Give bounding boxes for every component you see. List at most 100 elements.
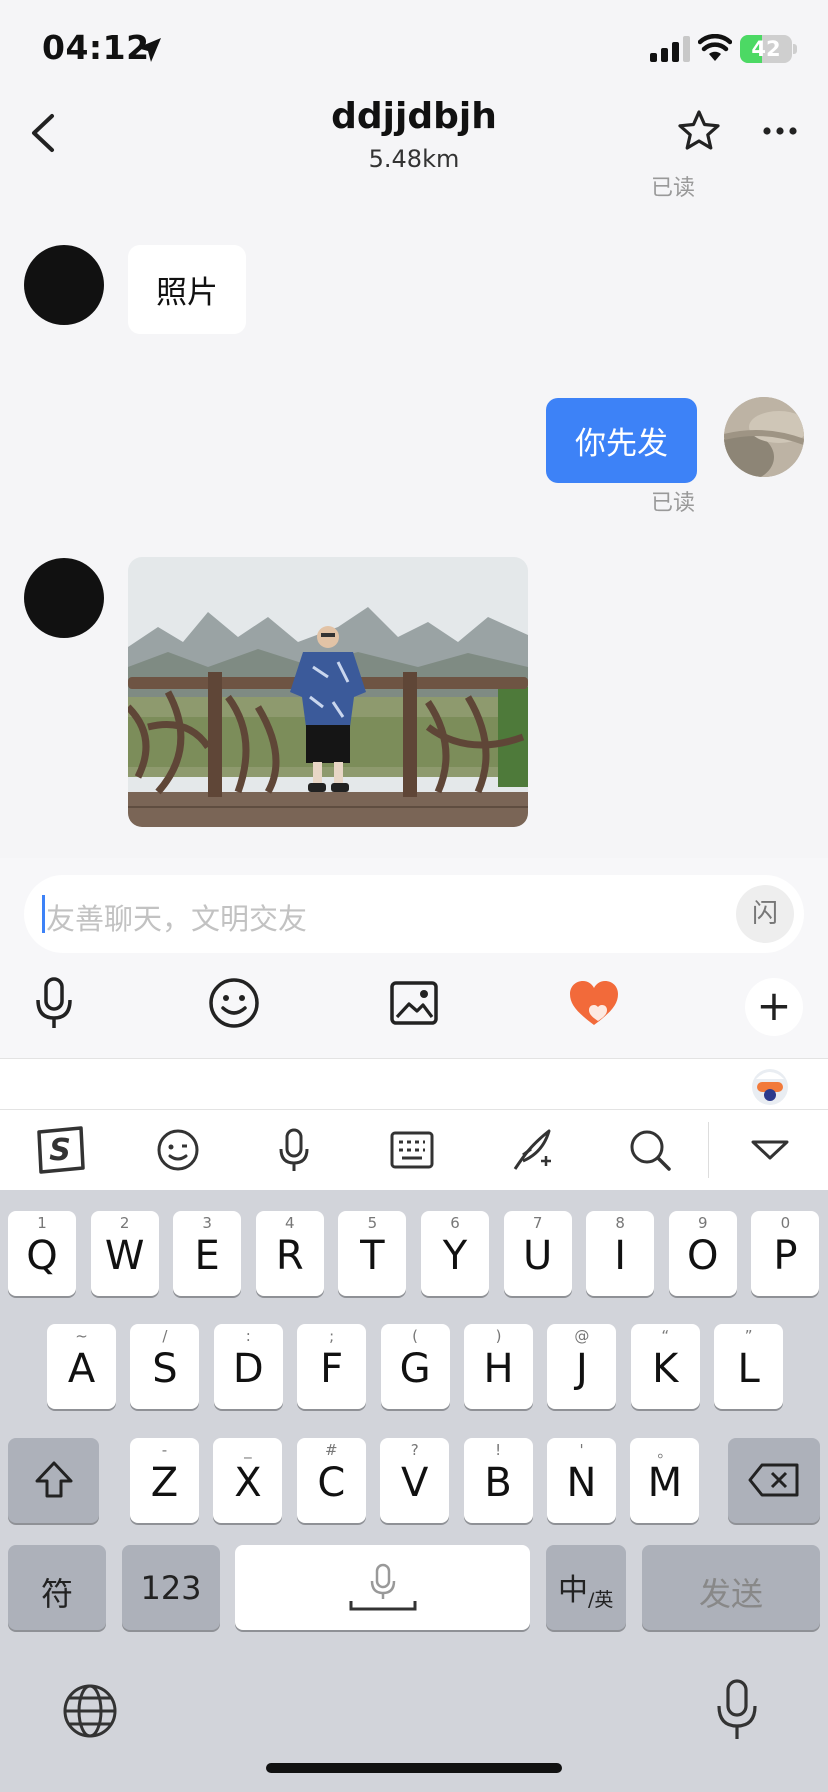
ime-candidate-bar: [0, 1058, 828, 1110]
key-w[interactable]: 2W: [90, 1211, 159, 1296]
key-letter: Q: [26, 1233, 58, 1279]
emoji-icon[interactable]: [206, 975, 262, 1031]
key-hint: ?: [410, 1441, 419, 1459]
key-e[interactable]: 3E: [173, 1211, 242, 1296]
language-switch-key[interactable]: 中 /英: [546, 1545, 626, 1630]
message-input-placeholder: 友善聊天，文明交友: [46, 902, 308, 936]
key-hint: 2: [119, 1214, 130, 1232]
key-hint: 6: [450, 1214, 460, 1232]
key-hint: #: [325, 1441, 338, 1459]
svg-text:S: S: [49, 1133, 71, 1168]
key-letter: J: [575, 1346, 588, 1392]
search-icon[interactable]: [624, 1124, 676, 1176]
key-hint: 3: [202, 1214, 212, 1232]
microphone-icon[interactable]: [26, 975, 82, 1031]
key-hint: @: [574, 1327, 590, 1345]
key-hint: /: [162, 1327, 168, 1345]
key-c[interactable]: # C: [296, 1438, 366, 1523]
flash-photo-button[interactable]: 闪: [736, 885, 794, 943]
globe-icon[interactable]: [62, 1683, 118, 1739]
more-icon[interactable]: [762, 126, 798, 136]
key-hint: :: [245, 1327, 251, 1345]
key-l[interactable]: ” L: [714, 1324, 784, 1409]
key-hint: “: [661, 1327, 670, 1345]
key-hint: 4: [285, 1214, 295, 1232]
key-f[interactable]: ; F: [297, 1324, 367, 1409]
dictation-mic-icon[interactable]: [714, 1678, 760, 1742]
shift-key[interactable]: [8, 1438, 99, 1523]
heart-icon[interactable]: [566, 975, 622, 1031]
contact-avatar[interactable]: [24, 558, 104, 638]
send-key[interactable]: 发送: [642, 1545, 820, 1630]
key-letter: G: [399, 1346, 431, 1392]
my-avatar-image: [724, 397, 804, 477]
key-letter: V: [401, 1460, 429, 1506]
home-indicator: [266, 1763, 562, 1773]
key-hint: -: [161, 1441, 168, 1459]
backspace-key[interactable]: [728, 1438, 820, 1523]
keyboard-icon[interactable]: [386, 1124, 438, 1176]
image-icon[interactable]: [386, 975, 442, 1031]
star-icon[interactable]: [676, 108, 722, 154]
key-p[interactable]: 0P: [751, 1211, 820, 1296]
keyboard: 1Q2W3E4R5T6Y7U8I9O0P ~ A / S: D; F(G) H @ J “K” L …: [0, 1190, 828, 1792]
key-letter: R: [275, 1233, 304, 1279]
key-k[interactable]: “K: [630, 1324, 700, 1409]
status-bar: 04:12 42: [0, 0, 828, 100]
key-letter: I: [614, 1233, 627, 1279]
text-caret: [42, 895, 45, 933]
symbols-key-label: 符: [40, 1575, 73, 1613]
key-n[interactable]: ' N: [547, 1438, 616, 1523]
key-b[interactable]: ! B: [463, 1438, 533, 1523]
collapse-icon[interactable]: [744, 1124, 796, 1176]
key-hint: 1: [37, 1214, 47, 1232]
key-m[interactable]: 。 M: [630, 1438, 700, 1523]
message-text: 你先发: [575, 426, 668, 462]
incoming-message-bubble[interactable]: 照片: [128, 245, 246, 334]
handwriting-icon[interactable]: [506, 1124, 558, 1176]
sogou-logo-icon[interactable]: S: [32, 1124, 88, 1176]
key-hint: 5: [367, 1214, 378, 1232]
key-v[interactable]: ? V: [380, 1438, 450, 1523]
my-avatar[interactable]: [724, 397, 804, 477]
key-q[interactable]: 1Q: [8, 1211, 76, 1296]
numbers-key[interactable]: 123: [122, 1545, 220, 1630]
key-r[interactable]: 4R: [255, 1211, 324, 1296]
outgoing-message-bubble[interactable]: 你先发: [546, 398, 697, 483]
symbols-key[interactable]: 符: [8, 1545, 106, 1630]
key-i[interactable]: 8I: [586, 1211, 655, 1296]
key-h[interactable]: ) H: [464, 1324, 533, 1409]
key-letter: Y: [442, 1233, 468, 1279]
key-letter: K: [652, 1346, 679, 1392]
key-hint: ): [495, 1327, 502, 1345]
image-message[interactable]: [128, 557, 528, 827]
key-letter: S: [152, 1346, 178, 1392]
key-letter: T: [360, 1233, 385, 1279]
key-z[interactable]: -Z: [130, 1438, 199, 1523]
key-hint: 8: [615, 1214, 625, 1232]
key-t[interactable]: 5T: [338, 1211, 407, 1296]
key-letter: H: [483, 1346, 514, 1392]
key-j[interactable]: @ J: [547, 1324, 617, 1409]
cellular-signal-icon: [650, 36, 690, 62]
key-g[interactable]: (G: [380, 1324, 450, 1409]
key-u[interactable]: 7U: [503, 1211, 572, 1296]
emoji-face-icon[interactable]: [152, 1124, 204, 1176]
key-a[interactable]: ~ A: [47, 1324, 116, 1409]
key-y[interactable]: 6Y: [421, 1211, 489, 1296]
key-hint: 0: [780, 1214, 791, 1232]
contact-avatar[interactable]: [24, 245, 104, 325]
key-x[interactable]: _ X: [213, 1438, 283, 1523]
space-key[interactable]: [235, 1545, 530, 1630]
key-s[interactable]: / S: [130, 1324, 200, 1409]
key-hint: ;: [329, 1327, 335, 1345]
plus-icon[interactable]: +: [745, 978, 803, 1036]
key-letter: M: [647, 1460, 683, 1506]
key-letter: O: [687, 1233, 719, 1279]
key-d[interactable]: :D: [213, 1324, 283, 1409]
voice-icon[interactable]: [268, 1124, 320, 1176]
key-o[interactable]: 9O: [668, 1211, 737, 1296]
battery-tip: [793, 44, 797, 54]
key-letter: D: [232, 1346, 264, 1392]
ime-mascot-icon[interactable]: [748, 1063, 792, 1107]
